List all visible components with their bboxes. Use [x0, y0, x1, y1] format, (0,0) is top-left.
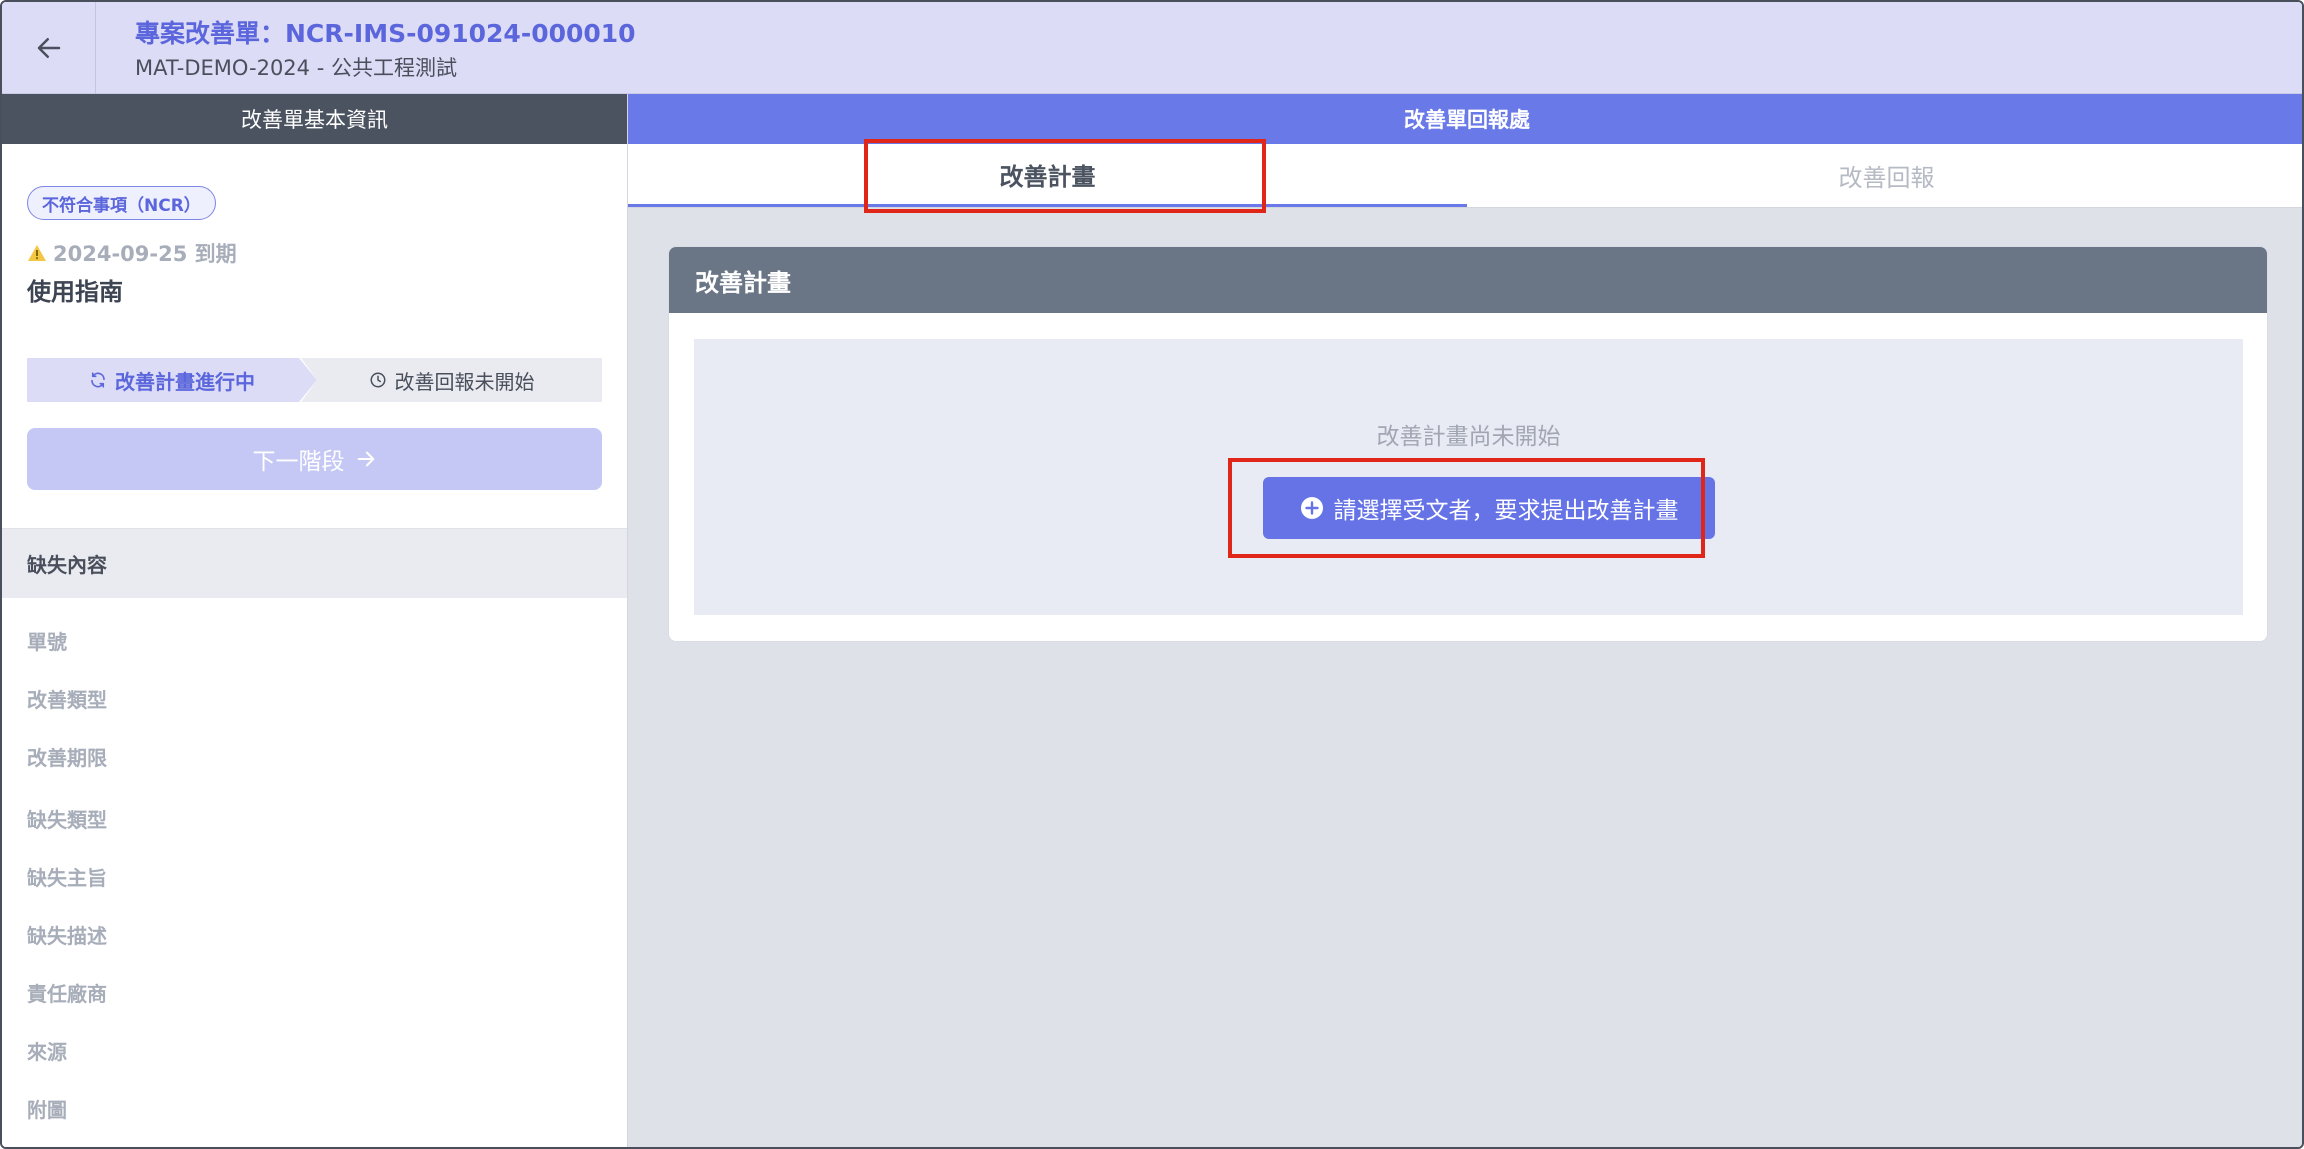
left-panel-heading: 改善單基本資訊 [2, 94, 627, 144]
request-plan-label: 請選擇受文者，要求提出改善計畫 [1333, 498, 1679, 524]
field-label-number: 單號 [27, 630, 67, 654]
report-tabs: 改善計畫 改善回報 [628, 144, 2302, 208]
ncr-type-badge: 不符合事項（NCR） [27, 186, 216, 220]
back-button[interactable] [2, 2, 96, 94]
arrow-right-icon [357, 451, 374, 467]
due-date: 2024-09-25 到期 [27, 238, 237, 268]
step-improvement-report: 改善回報未開始 [301, 358, 602, 402]
page-header: 專案改善單：NCR-IMS-091024-000010 MAT-DEMO-202… [2, 2, 2302, 94]
field-label-defect-type: 缺失類型 [27, 808, 107, 832]
card-title: 改善計畫 [669, 247, 2267, 313]
field-label-defect-subject: 缺失主旨 [27, 866, 107, 890]
left-panel: 改善單基本資訊 不符合事項（NCR） 2024-09-25 到期 使用指南 改善… [2, 94, 628, 1147]
right-panel: 改善單回報處 改善計畫 改善回報 改善計畫 改善計畫尚未開始 請選擇受文者，要求… [628, 94, 2302, 1147]
app-window: 專案改善單：NCR-IMS-091024-000010 MAT-DEMO-202… [0, 0, 2304, 1149]
field-label-source: 來源 [27, 1040, 67, 1064]
tab-improvement-report[interactable]: 改善回報 [1467, 144, 2302, 207]
step-improvement-report-label: 改善回報未開始 [394, 369, 535, 394]
refresh-icon [91, 372, 105, 388]
warning-icon [28, 245, 46, 261]
next-stage-button[interactable]: 下一階段 [27, 428, 602, 490]
arrow-left-icon [37, 38, 60, 58]
field-label-responsible-vendor: 責任廠商 [27, 982, 107, 1006]
field-label-defect-description: 缺失描述 [27, 924, 107, 948]
field-label-attachment: 附圖 [27, 1098, 67, 1122]
next-stage-label: 下一階段 [252, 449, 345, 475]
request-plan-button[interactable]: 請選擇受文者，要求提出改善計畫 [1263, 477, 1715, 539]
step-improvement-plan-label: 改善計畫進行中 [115, 369, 255, 394]
tab-improvement-plan[interactable]: 改善計畫 [628, 144, 1467, 207]
step-improvement-plan: 改善計畫進行中 [27, 358, 317, 402]
project-subtitle: MAT-DEMO-2024 - 公共工程測試 [135, 56, 457, 80]
defect-content-heading: 缺失內容 [2, 528, 627, 598]
plus-circle-icon [1300, 497, 1323, 519]
clock-icon [370, 372, 385, 388]
right-panel-heading: 改善單回報處 [628, 94, 2302, 144]
due-date-text: 2024-09-25 到期 [53, 242, 237, 266]
improvement-plan-card: 改善計畫 改善計畫尚未開始 請選擇受文者，要求提出改善計畫 [668, 246, 2268, 642]
page-title: 專案改善單：NCR-IMS-091024-000010 [135, 19, 636, 48]
field-label-improvement-deadline: 改善期限 [27, 746, 107, 770]
progress-steps: 改善計畫進行中 改善回報未開始 [27, 358, 602, 402]
empty-state-text: 改善計畫尚未開始 [1376, 424, 1561, 450]
guide-link[interactable]: 使用指南 [27, 272, 123, 307]
card-body: 改善計畫尚未開始 請選擇受文者，要求提出改善計畫 [694, 339, 2243, 615]
field-label-improvement-type: 改善類型 [27, 688, 107, 712]
